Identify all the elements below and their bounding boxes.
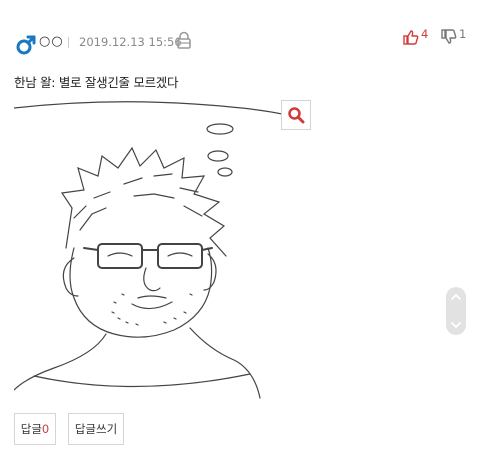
header-divider bbox=[68, 37, 69, 48]
lock-icon[interactable] bbox=[176, 31, 192, 49]
page-scroll-control[interactable] bbox=[446, 287, 466, 335]
comment-header: ○○ 2019.12.13 15:56 4 1 bbox=[0, 0, 480, 60]
image-zoom-button[interactable] bbox=[281, 100, 311, 130]
male-gender-icon bbox=[16, 35, 36, 55]
dislike-button[interactable]: 1 bbox=[441, 27, 467, 45]
chevron-up-icon[interactable] bbox=[451, 293, 461, 301]
attached-image[interactable] bbox=[14, 98, 314, 400]
sketch-illustration bbox=[14, 101, 283, 399]
like-count: 4 bbox=[421, 27, 429, 41]
author-nickname[interactable]: ○○ bbox=[39, 34, 64, 49]
thumbs-down-icon bbox=[441, 29, 457, 44]
dislike-count: 1 bbox=[459, 27, 467, 41]
post-date: 2019.12.13 15:56 bbox=[79, 35, 182, 49]
comment-text: 한남 왈: 별로 잘생긴줄 모르겠다 bbox=[14, 75, 179, 90]
like-button[interactable]: 4 bbox=[403, 27, 429, 45]
search-icon bbox=[288, 107, 305, 124]
thumbs-up-icon bbox=[403, 30, 419, 45]
reply-count-button[interactable]: 답글 0 bbox=[14, 413, 56, 445]
reply-count: 0 bbox=[41, 422, 50, 436]
chevron-down-icon[interactable] bbox=[451, 321, 461, 329]
reply-label: 답글 bbox=[20, 422, 42, 436]
write-reply-button[interactable]: 답글쓰기 bbox=[68, 413, 124, 445]
write-reply-label: 답글쓰기 bbox=[74, 422, 118, 436]
